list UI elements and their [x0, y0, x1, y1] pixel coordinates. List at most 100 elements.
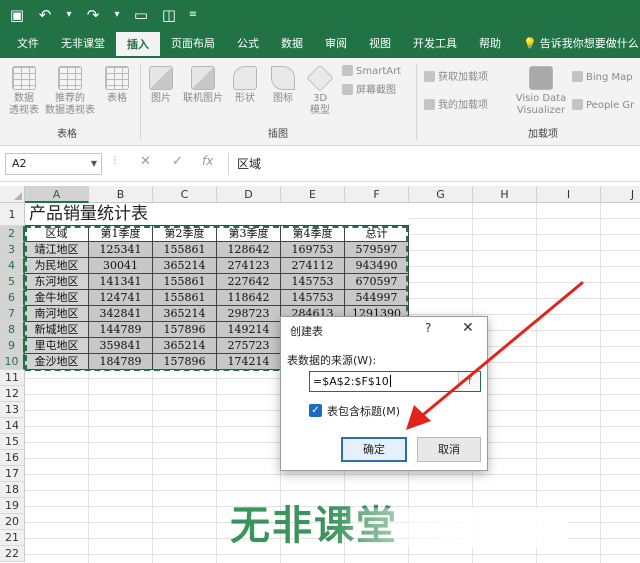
formula-input[interactable]: 区域: [228, 153, 640, 175]
table-cell[interactable]: 155861: [153, 274, 217, 290]
row-header[interactable]: 9: [0, 338, 25, 354]
table-cell[interactable]: 为民地区: [25, 258, 89, 274]
table-cell[interactable]: 金牛地区: [25, 290, 89, 306]
row-header[interactable]: 6: [0, 290, 25, 306]
row-header[interactable]: 4: [0, 258, 25, 274]
table-cell[interactable]: 157896: [153, 354, 217, 370]
table-header-cell[interactable]: 第4季度: [281, 226, 345, 242]
table-cell[interactable]: 145753: [281, 290, 345, 306]
table-cell[interactable]: 342841: [89, 306, 153, 322]
column-header[interactable]: J: [601, 186, 640, 203]
row-header[interactable]: 12: [0, 386, 25, 402]
visio-visualizer-button[interactable]: Visio Data Visualizer: [512, 66, 570, 117]
row-header[interactable]: 22: [0, 546, 25, 562]
table-cell[interactable]: 579597: [345, 242, 409, 258]
undo-dropdown-icon[interactable]: ▾: [64, 0, 74, 30]
table-cell[interactable]: 30041: [89, 258, 153, 274]
table-cell[interactable]: 169753: [281, 242, 345, 258]
table-cell[interactable]: 275723: [217, 338, 281, 354]
new-file-icon[interactable]: ▭: [132, 0, 150, 30]
column-header[interactable]: I: [537, 186, 601, 203]
tab-wufei-classroom[interactable]: 无非课堂: [50, 30, 116, 58]
enter-icon[interactable]: ✓: [172, 154, 183, 169]
row-header[interactable]: 13: [0, 402, 25, 418]
table-cell[interactable]: 141341: [89, 274, 153, 290]
tab-review[interactable]: 审阅: [314, 30, 358, 58]
table-header-cell[interactable]: 第2季度: [153, 226, 217, 242]
table-header-cell[interactable]: 区域: [25, 226, 89, 242]
cancel-icon[interactable]: ✕: [140, 154, 151, 169]
save-icon[interactable]: ▣: [8, 0, 26, 30]
table-cell[interactable]: 新城地区: [25, 322, 89, 338]
table-cell[interactable]: 174214: [217, 354, 281, 370]
table-cell[interactable]: 金沙地区: [25, 354, 89, 370]
icons-button[interactable]: 图标: [268, 66, 298, 105]
row-header[interactable]: 8: [0, 322, 25, 338]
screenshot-button[interactable]: 屏幕截图: [342, 84, 396, 98]
undo-icon[interactable]: ↶: [36, 0, 54, 30]
my-addins-button[interactable]: 我的加载项: [424, 99, 488, 113]
tab-file[interactable]: 文件: [6, 30, 50, 58]
row-header[interactable]: 17: [0, 466, 25, 482]
ok-button[interactable]: 确定: [341, 437, 407, 462]
online-pictures-button[interactable]: 联机图片: [178, 66, 228, 105]
column-header[interactable]: C: [153, 186, 217, 203]
people-graph-button[interactable]: People Gr: [572, 99, 634, 113]
tab-insert[interactable]: 插入: [116, 32, 160, 58]
table-cell[interactable]: 943490: [345, 258, 409, 274]
table-cell[interactable]: 118642: [217, 290, 281, 306]
3d-models-button[interactable]: 3D 模型: [304, 64, 336, 117]
pictures-button[interactable]: 图片: [146, 66, 176, 105]
column-header[interactable]: A: [25, 186, 89, 203]
open-file-icon[interactable]: ◫: [160, 0, 178, 30]
table-cell[interactable]: 274123: [217, 258, 281, 274]
has-headers-checkbox[interactable]: ✓: [309, 404, 322, 417]
table-header-cell[interactable]: 第1季度: [89, 226, 153, 242]
pivot-table-button[interactable]: 数据 透视表: [6, 66, 42, 117]
row-header[interactable]: 7: [0, 306, 25, 322]
close-icon[interactable]: ✕: [462, 320, 474, 336]
table-cell[interactable]: 544997: [345, 290, 409, 306]
redo-dropdown-icon[interactable]: ▾: [112, 0, 122, 30]
collapse-dialog-icon[interactable]: ⤒: [458, 372, 480, 391]
tell-me-search[interactable]: 💡 告诉我你想要做什么: [512, 30, 640, 58]
shapes-button[interactable]: 形状: [228, 66, 262, 105]
row-header[interactable]: 3: [0, 242, 25, 258]
table-cell[interactable]: 365214: [153, 306, 217, 322]
redo-icon[interactable]: ↷: [84, 0, 102, 30]
row-header[interactable]: 19: [0, 498, 25, 514]
table-cell[interactable]: 155861: [153, 290, 217, 306]
help-icon[interactable]: ?: [425, 321, 431, 335]
recommended-pivot-button[interactable]: 推荐的 数据透视表: [42, 66, 98, 117]
select-all-corner[interactable]: [0, 186, 25, 203]
table-cell[interactable]: 靖江地区: [25, 242, 89, 258]
bing-maps-button[interactable]: Bing Map: [572, 71, 633, 85]
row-header[interactable]: 1: [0, 203, 25, 226]
table-cell[interactable]: 125341: [89, 242, 153, 258]
tab-help[interactable]: 帮助: [468, 30, 512, 58]
table-header-cell[interactable]: 总计: [345, 226, 409, 242]
table-cell[interactable]: 里屯地区: [25, 338, 89, 354]
column-header[interactable]: D: [217, 186, 281, 203]
table-cell[interactable]: 365214: [153, 258, 217, 274]
row-header[interactable]: 16: [0, 450, 25, 466]
table-cell[interactable]: 145753: [281, 274, 345, 290]
smartart-button[interactable]: SmartArt: [342, 65, 401, 79]
tab-view[interactable]: 视图: [358, 30, 402, 58]
tab-formulas[interactable]: 公式: [226, 30, 270, 58]
table-cell[interactable]: 南河地区: [25, 306, 89, 322]
row-header[interactable]: 5: [0, 274, 25, 290]
table-cell[interactable]: 274112: [281, 258, 345, 274]
column-header[interactable]: E: [281, 186, 345, 203]
table-cell[interactable]: 149214: [217, 322, 281, 338]
chevron-down-icon[interactable]: ▼: [91, 154, 97, 174]
table-cell[interactable]: 128642: [217, 242, 281, 258]
column-header[interactable]: F: [345, 186, 409, 203]
row-header[interactable]: 15: [0, 434, 25, 450]
table-cell[interactable]: 东河地区: [25, 274, 89, 290]
table-cell[interactable]: 227642: [217, 274, 281, 290]
row-header[interactable]: 21: [0, 530, 25, 546]
table-header-cell[interactable]: 第3季度: [217, 226, 281, 242]
get-addins-button[interactable]: 获取加载项: [424, 71, 488, 85]
tab-developer[interactable]: 开发工具: [402, 30, 468, 58]
